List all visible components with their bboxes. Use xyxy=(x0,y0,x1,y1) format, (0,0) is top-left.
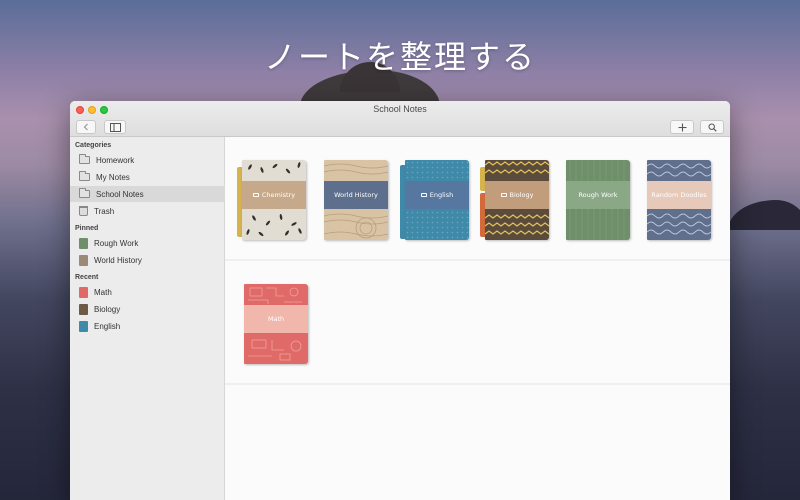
categories-header: Categories xyxy=(75,142,112,149)
sidebar-item-my-notes[interactable]: My Notes xyxy=(70,169,225,185)
sidebar-item-english[interactable]: English xyxy=(70,318,225,334)
sidebar-item-label: Rough Work xyxy=(94,238,139,248)
notebook-title: English xyxy=(405,181,469,209)
notebook-rough-work[interactable]: Rough Work xyxy=(566,160,630,240)
pinned-header: Pinned xyxy=(75,225,99,232)
toggle-sidebar-button[interactable] xyxy=(104,120,126,134)
notebook-icon xyxy=(79,286,88,298)
sidebar-item-label: Biology xyxy=(94,304,121,314)
sidebar-item-label: Homework xyxy=(96,155,135,165)
notebook-label: Biology xyxy=(509,191,534,199)
trash-icon xyxy=(79,206,88,216)
notebook-world-history[interactable]: World History xyxy=(324,160,388,240)
window-title: School Notes xyxy=(373,104,427,114)
search-button[interactable] xyxy=(700,120,724,134)
chevron-left-icon xyxy=(83,123,88,131)
sidebar-item-trash[interactable]: Trash xyxy=(70,203,225,219)
notebook-grid: Chemistry World History English Biology … xyxy=(225,137,730,500)
notebook-random-doodles[interactable]: Random Doodles xyxy=(647,160,711,240)
notebook-title: Chemistry xyxy=(242,181,306,209)
sidebar-item-label: English xyxy=(94,321,121,331)
notebook-chemistry[interactable]: Chemistry xyxy=(242,160,306,240)
back-button[interactable] xyxy=(76,120,96,134)
sidebar-item-world-history[interactable]: World History xyxy=(70,252,225,268)
notebook-title: Math xyxy=(244,305,308,333)
add-button[interactable] xyxy=(670,120,694,134)
notebook-title: World History xyxy=(324,181,388,209)
notebook-title: Biology xyxy=(485,181,549,209)
folder-icon xyxy=(79,188,90,198)
sidebar: Categories Homework My Notes School Note… xyxy=(70,137,225,500)
folder-icon xyxy=(252,193,259,197)
notebook-label: Rough Work xyxy=(578,191,618,199)
magnifier-icon xyxy=(708,123,717,132)
marketing-headline: ノートを整理する xyxy=(263,38,536,76)
shelf-divider xyxy=(225,259,730,261)
app-window: School Notes Categories Homework My Note… xyxy=(70,101,730,500)
folder-icon xyxy=(420,193,427,197)
folder-icon xyxy=(79,154,90,164)
shelf-divider xyxy=(225,383,730,385)
sidebar-item-label: World History xyxy=(94,255,142,265)
notebook-title: Random Doodles xyxy=(647,181,711,209)
sidebar-item-math[interactable]: Math xyxy=(70,284,225,300)
notebook-icon xyxy=(79,254,88,266)
folder-icon xyxy=(500,193,507,197)
notebook-math[interactable]: Math xyxy=(244,284,308,364)
sidebar-item-school-notes[interactable]: School Notes xyxy=(70,186,225,202)
sidebar-item-label: School Notes xyxy=(96,189,144,199)
notebook-title: Rough Work xyxy=(566,181,630,209)
notebook-label: Math xyxy=(267,315,285,323)
folder-icon xyxy=(79,171,90,181)
sidebar-item-biology[interactable]: Biology xyxy=(70,301,225,317)
notebook-icon xyxy=(79,303,88,315)
notebook-biology[interactable]: Biology xyxy=(485,160,549,240)
sidebar-item-homework[interactable]: Homework xyxy=(70,152,225,168)
notebook-english[interactable]: English xyxy=(405,160,469,240)
notebook-label: Random Doodles xyxy=(651,191,707,199)
sidebar-toggle-icon xyxy=(109,122,121,132)
sidebar-item-label: My Notes xyxy=(96,172,130,182)
notebook-label: Chemistry xyxy=(261,191,296,199)
notebook-label: World History xyxy=(334,191,378,199)
notebook-icon xyxy=(79,320,88,332)
plus-icon xyxy=(678,123,686,131)
notebook-icon xyxy=(79,237,88,249)
titlebar: School Notes xyxy=(70,101,730,137)
notebook-label: English xyxy=(429,191,454,199)
sidebar-item-label: Trash xyxy=(94,206,115,216)
sidebar-item-rough-work[interactable]: Rough Work xyxy=(70,235,225,251)
recent-header: Recent xyxy=(75,274,99,281)
sidebar-item-label: Math xyxy=(94,287,112,297)
wallpaper-island xyxy=(728,200,800,230)
